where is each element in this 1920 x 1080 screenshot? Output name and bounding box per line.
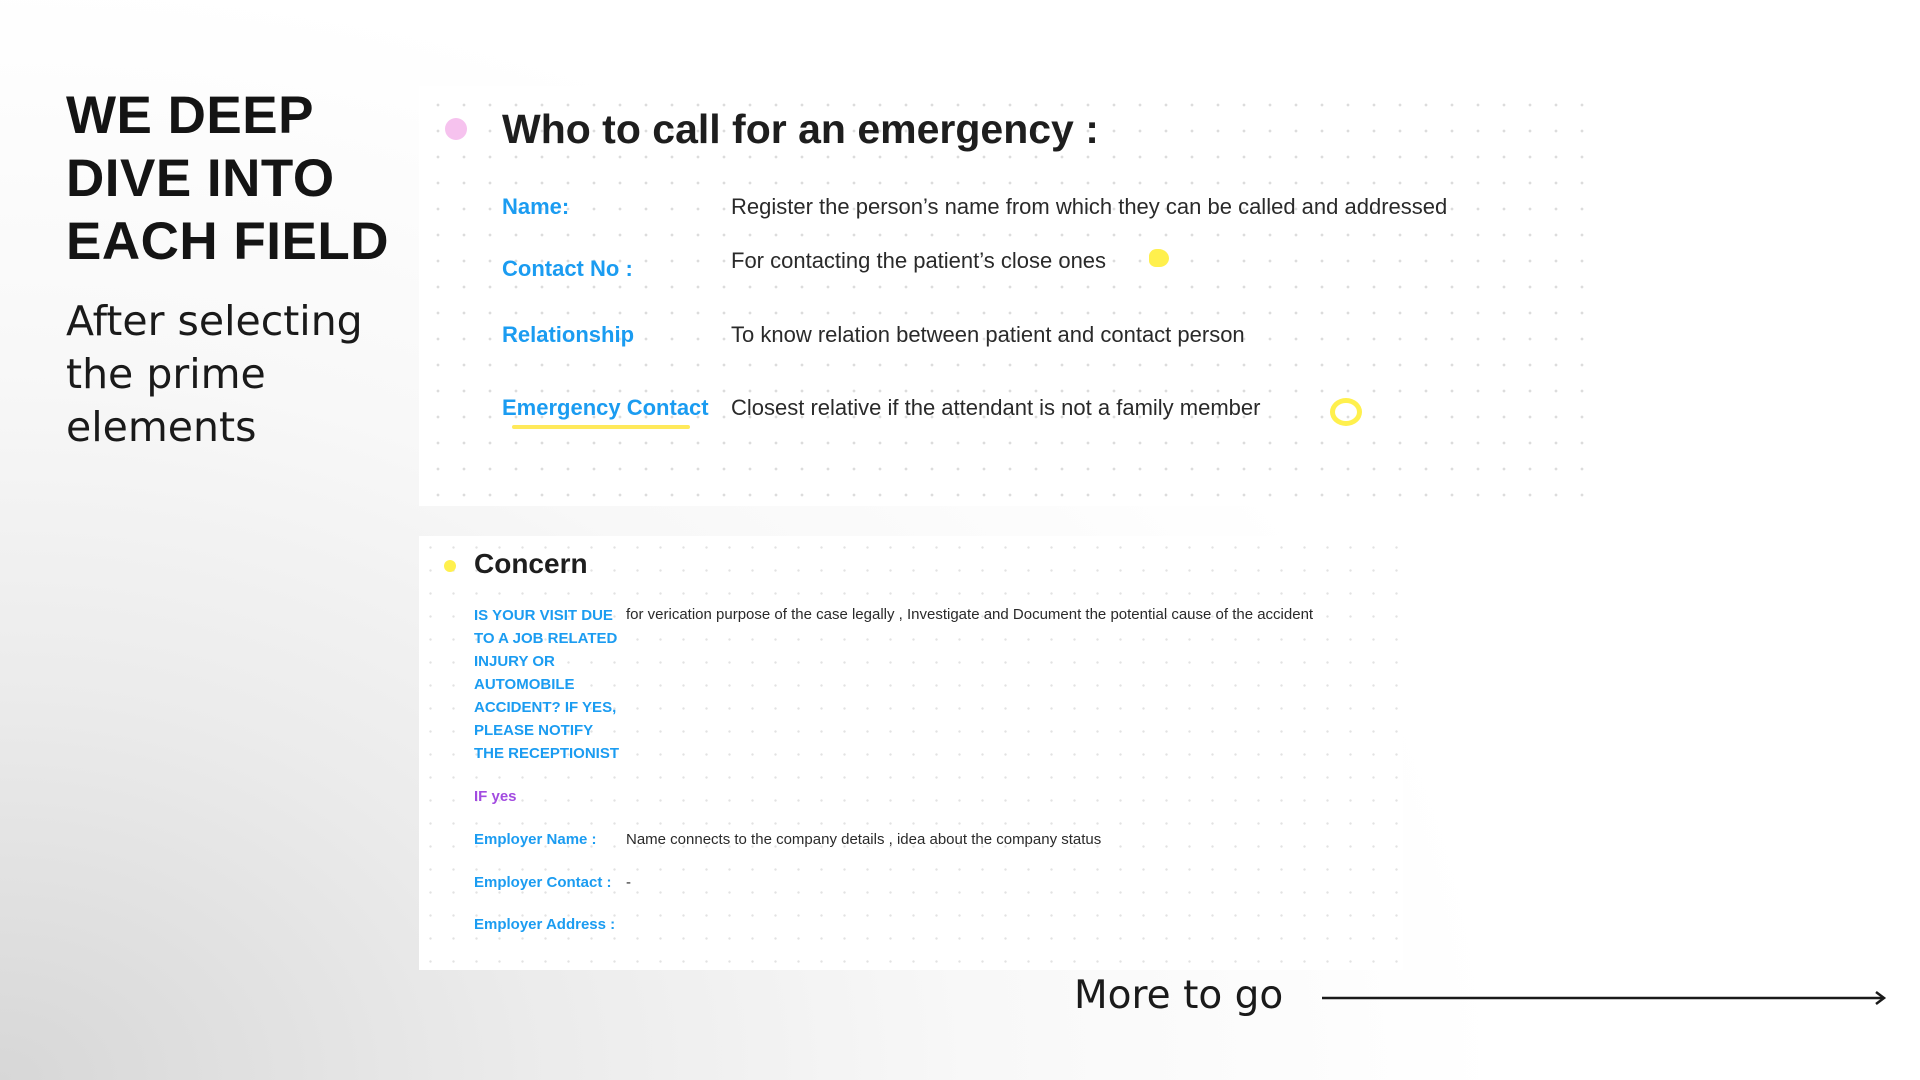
visit-question-label: IS YOUR VISIT DUE TO A JOB RELATED INJUR… [474,607,620,762]
concern-panel: Concern IS YOUR VISIT DUE TO A JOB RELAT… [419,536,1403,970]
right-arrow-icon [1322,991,1887,1005]
subheading-line-2: the prime [66,350,266,398]
field-description-emergency-contact: Closest relative if the attendant is not… [731,395,1261,420]
highlight-blob-icon [1149,249,1169,267]
field-description-employer-contact: - [626,874,631,891]
visit-question-description: for verication purpose of the case legal… [626,606,1314,623]
heading-line-1: WE DEEP [66,86,314,145]
field-label-relationship: Relationship [502,322,635,347]
subheading-line-3: elements [66,403,257,451]
yellow-bullet-icon [444,560,456,572]
field-label-contact-no: Contact No : [502,256,633,281]
slide-heading: WE DEEP DIVE INTO EACH FIELD [66,84,396,273]
emergency-panel: Who to call for an emergency : Name: Reg… [419,86,1604,506]
highlight-ring-icon [1330,398,1362,426]
concern-title: Concern [474,548,588,579]
field-label-employer-name: Employer Name : [474,831,597,848]
heading-line-2: DIVE INTO [66,149,335,208]
emergency-title: Who to call for an emergency : [502,106,1099,152]
field-label-name: Name: [502,194,570,219]
field-label-emergency-contact: Emergency Contact [502,395,709,420]
more-to-go-label: More to go [1074,973,1284,1018]
field-description-employer-name: Name connects to the company details , i… [626,831,1102,848]
subheading-line-1: After selecting [66,297,363,345]
slide-subheading: After selecting the prime elements [66,295,396,454]
heading-line-3: EACH FIELD [66,212,389,271]
field-description-name: Register the person’s name from which th… [731,194,1448,219]
label-underline-highlight [512,425,690,429]
field-description-contact-no: For contacting the patient’s close ones [731,248,1107,273]
field-label-employer-address: Employer Address : [474,916,616,933]
if-yes-label: IF yes [474,788,517,805]
field-description-relationship: To know relation between patient and con… [731,322,1245,347]
field-label-employer-contact: Employer Contact : [474,874,612,891]
pink-bullet-icon [445,118,467,140]
